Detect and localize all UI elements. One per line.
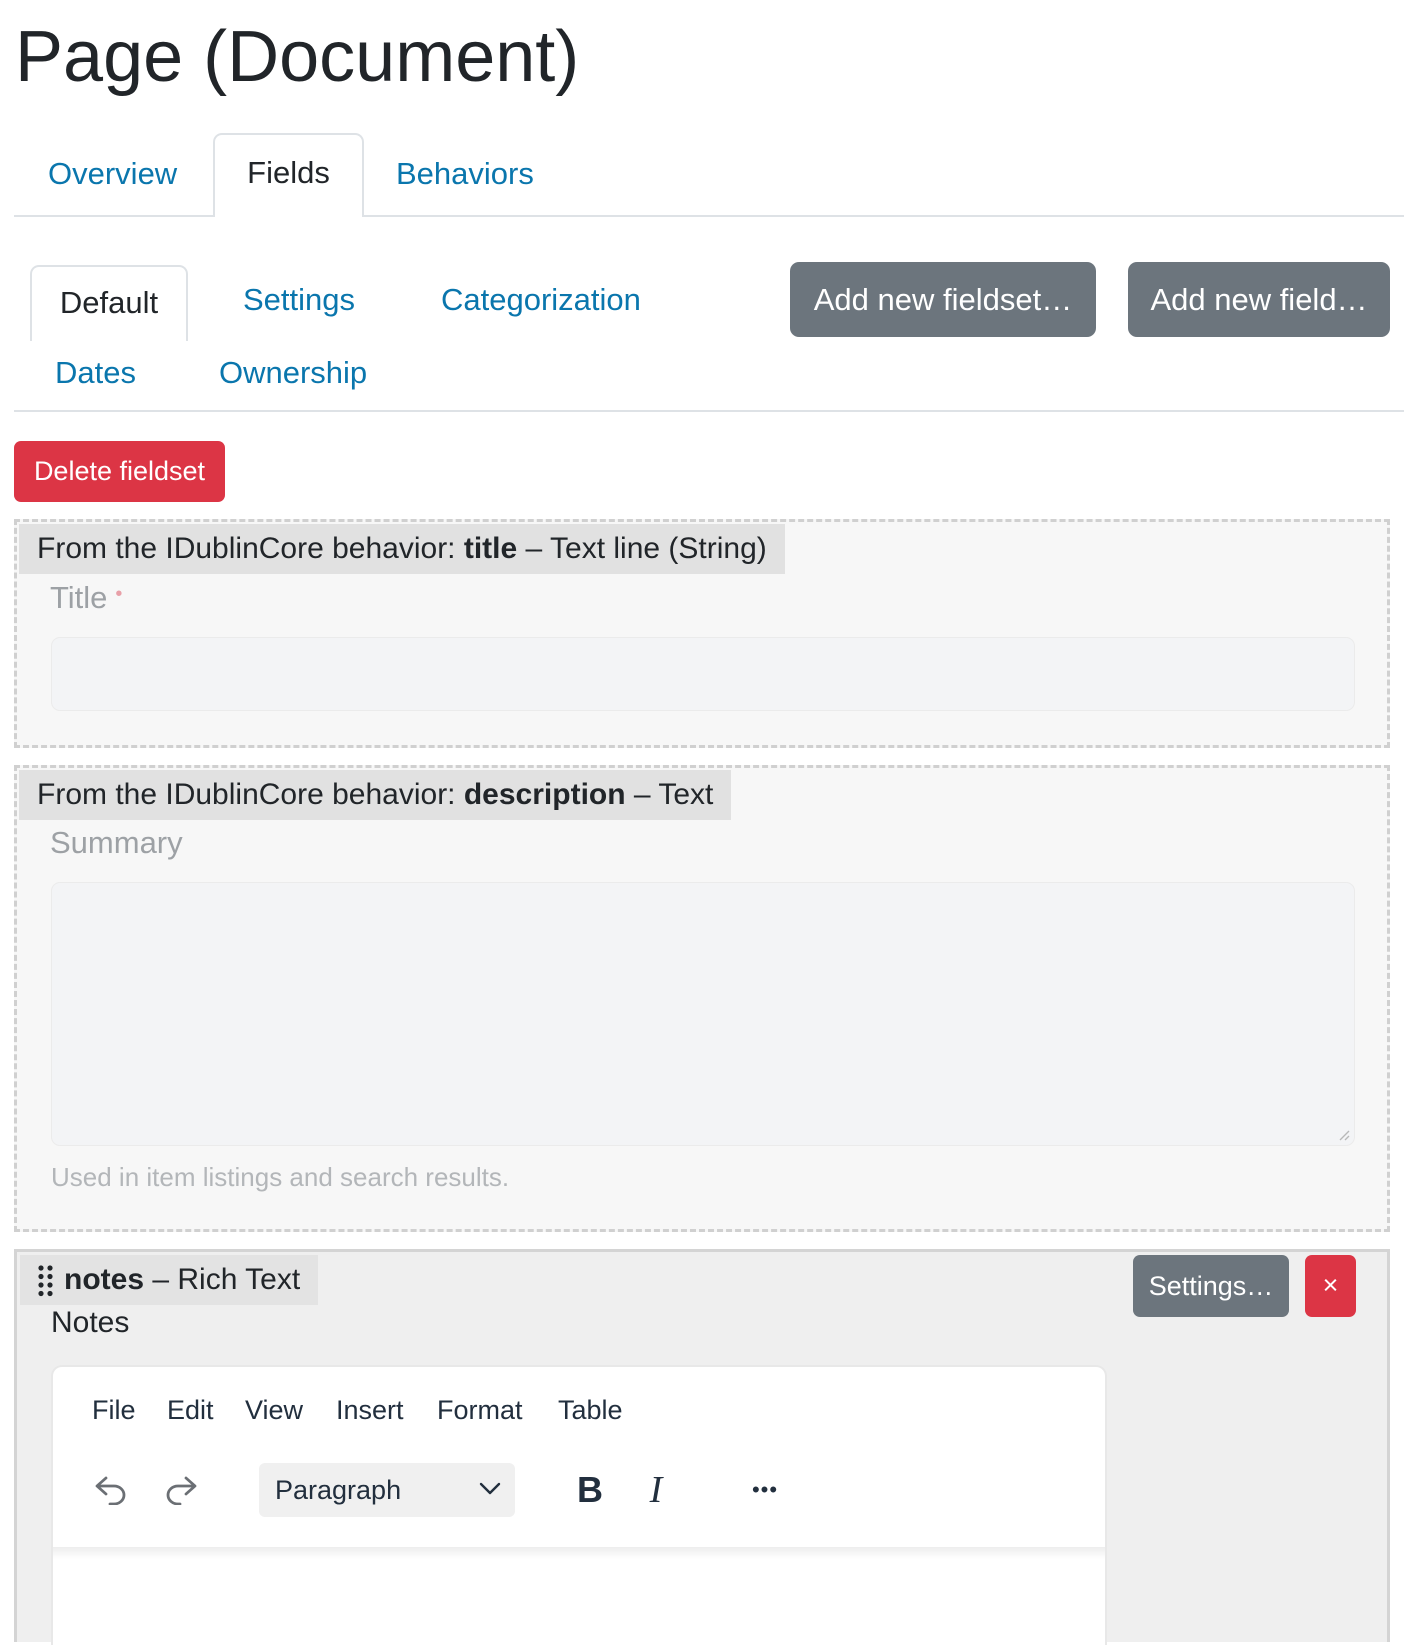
- rich-text-editor[interactable]: File Edit View Insert Format Table Parag…: [51, 1365, 1107, 1645]
- title-field-box[interactable]: From the IDublinCore behavior: title – T…: [14, 519, 1390, 748]
- resize-grip-icon[interactable]: [1336, 1127, 1350, 1141]
- summary-textarea[interactable]: [51, 882, 1355, 1146]
- notes-field-header: notes – Rich Text: [20, 1255, 319, 1305]
- fieldset-tab-default[interactable]: Default: [30, 265, 188, 341]
- field-type: – Rich Text: [144, 1263, 301, 1296]
- notes-label: Notes: [51, 1306, 130, 1339]
- field-type: – Text: [625, 778, 714, 811]
- field-settings-button[interactable]: Settings…: [1133, 1255, 1289, 1317]
- summary-help-text: Used in item listings and search results…: [51, 1162, 510, 1192]
- field-origin-prefix: From the IDublinCore behavior:: [37, 778, 464, 811]
- more-options-button[interactable]: •••: [735, 1463, 795, 1517]
- field-name: notes: [64, 1263, 145, 1296]
- summary-label: Summary: [50, 825, 183, 860]
- title-label: Title •: [50, 580, 122, 616]
- fieldset-tab-settings[interactable]: Settings: [243, 280, 355, 320]
- fieldset-tab-dates[interactable]: Dates: [55, 353, 136, 393]
- block-format-select[interactable]: Paragraph: [259, 1463, 515, 1517]
- menu-format[interactable]: Format: [437, 1395, 523, 1426]
- redo-button[interactable]: [157, 1463, 205, 1517]
- menu-view[interactable]: View: [245, 1395, 303, 1426]
- notes-field-box[interactable]: notes – Rich Text Settings… × Notes File…: [14, 1249, 1390, 1645]
- drag-handle-icon[interactable]: [38, 1265, 54, 1297]
- undo-icon: [95, 1476, 126, 1505]
- toolbar-shadow: [53, 1547, 1105, 1559]
- tab-behaviors[interactable]: Behaviors: [396, 154, 534, 194]
- tab-overview[interactable]: Overview: [48, 154, 177, 194]
- description-field-header: From the IDublinCore behavior: descripti…: [19, 770, 732, 820]
- description-field-box[interactable]: From the IDublinCore behavior: descripti…: [14, 765, 1390, 1232]
- undo-button[interactable]: [87, 1463, 135, 1517]
- redo-icon: [166, 1476, 197, 1505]
- add-field-button[interactable]: Add new field…: [1128, 262, 1390, 337]
- field-type: – Text line (String): [517, 532, 767, 565]
- fieldset-tab-categorization[interactable]: Categorization: [441, 280, 641, 320]
- title-input[interactable]: [51, 637, 1355, 711]
- italic-button[interactable]: I: [631, 1463, 681, 1517]
- fieldset-tab-ownership[interactable]: Ownership: [219, 353, 367, 393]
- delete-fieldset-button[interactable]: Delete fieldset: [14, 441, 225, 502]
- page-title: Page (Document): [15, 17, 580, 97]
- block-format-value: Paragraph: [275, 1475, 402, 1505]
- title-label-text: Title: [50, 580, 108, 615]
- field-name: description: [463, 778, 626, 811]
- bold-button[interactable]: B: [565, 1463, 615, 1517]
- editor-header: File Edit View Insert Format Table Parag…: [53, 1367, 1105, 1547]
- remove-field-button[interactable]: ×: [1305, 1255, 1356, 1317]
- menu-table[interactable]: Table: [558, 1395, 623, 1426]
- fieldset-tabs-divider: [14, 410, 1404, 412]
- menu-file[interactable]: File: [92, 1395, 136, 1426]
- field-name: title: [463, 532, 518, 565]
- menu-insert[interactable]: Insert: [336, 1395, 404, 1426]
- field-origin-prefix: From the IDublinCore behavior:: [37, 532, 464, 565]
- editor-content-area[interactable]: [53, 1559, 1105, 1647]
- menu-edit[interactable]: Edit: [167, 1395, 214, 1426]
- add-fieldset-button[interactable]: Add new fieldset…: [790, 262, 1096, 337]
- required-indicator: •: [115, 583, 123, 605]
- chevron-down-icon: [479, 1482, 501, 1495]
- title-field-header: From the IDublinCore behavior: title – T…: [19, 524, 785, 574]
- tab-fields[interactable]: Fields: [213, 133, 364, 217]
